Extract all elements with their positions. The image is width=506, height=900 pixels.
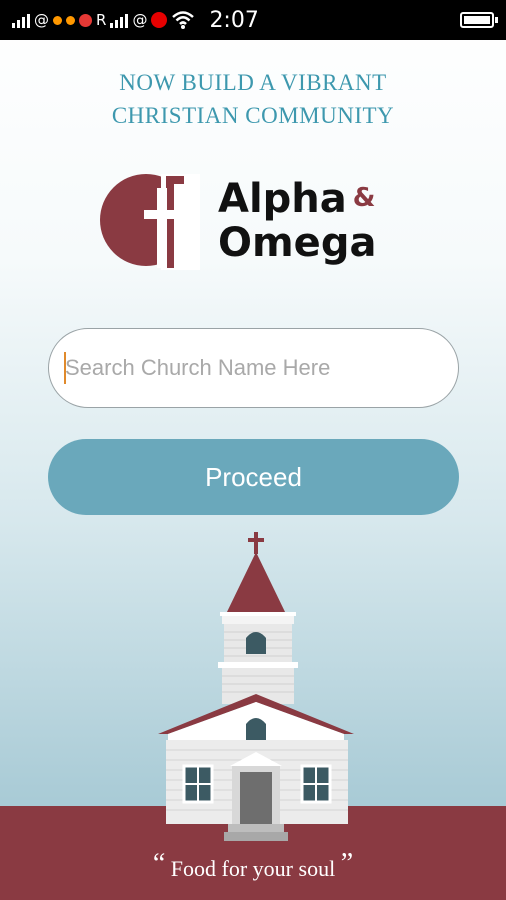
- status-icons: @ R @: [12, 10, 195, 30]
- close-quote-mark: ”: [340, 848, 354, 879]
- text-cursor: [64, 352, 66, 384]
- carrier-mark-3: @: [132, 11, 148, 29]
- logo-wordmark: Alpha & Omega: [218, 176, 376, 265]
- app-logo: Alpha & Omega: [100, 174, 400, 274]
- wifi-icon: [172, 11, 195, 29]
- carrier-mark-2: R: [96, 11, 107, 29]
- proceed-button[interactable]: Proceed: [48, 439, 459, 515]
- status-bar: @ R @ 2:07: [0, 0, 506, 40]
- notification-dot-icon: [53, 15, 62, 25]
- logo-word-omega: Omega: [218, 220, 377, 266]
- vodafone-icon: [151, 12, 168, 28]
- footer-quote: “ Food for your soul ”: [0, 848, 506, 882]
- cross-logo-icon: [100, 174, 200, 270]
- battery-icon: [460, 12, 498, 28]
- church-search-field[interactable]: [48, 328, 459, 408]
- tagline: NOW BUILD A VIBRANT CHRISTIAN COMMUNITY: [0, 66, 506, 132]
- carrier-mark-1: @: [34, 11, 49, 29]
- notification-dot-icon: [79, 13, 92, 27]
- open-quote-mark: “: [152, 848, 166, 879]
- signal-icon-2: [110, 12, 129, 28]
- tagline-line-1: NOW BUILD A VIBRANT: [119, 70, 387, 95]
- notification-dot-icon: [66, 15, 75, 25]
- clock: 2:07: [209, 7, 259, 33]
- footer-slogan: Food for your soul: [170, 856, 336, 881]
- church-search-input[interactable]: [65, 355, 458, 381]
- signal-icon: [12, 12, 30, 28]
- church-illustration: [158, 532, 354, 841]
- logo-word-alpha: Alpha: [218, 176, 347, 222]
- tagline-line-2: CHRISTIAN COMMUNITY: [111, 103, 395, 128]
- logo-ampersand: &: [352, 183, 376, 213]
